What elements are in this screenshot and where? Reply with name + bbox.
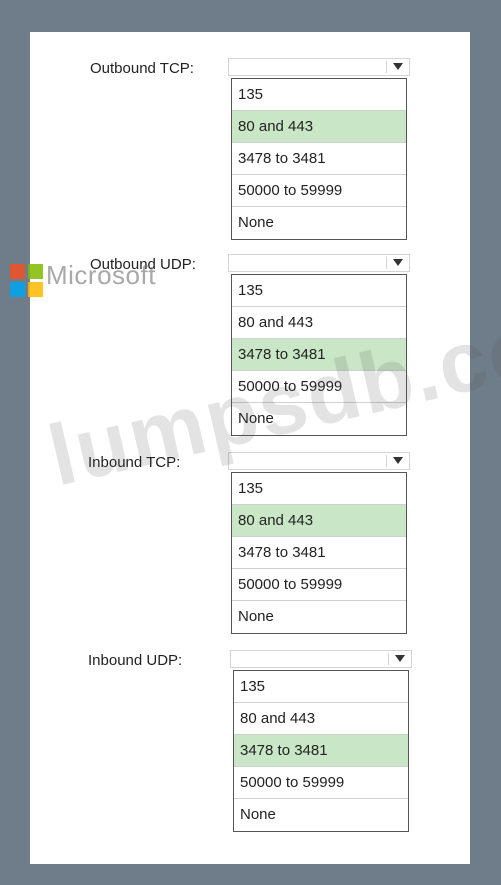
chevron-down-icon[interactable] [393, 259, 403, 266]
option-135[interactable]: 135 [234, 671, 408, 703]
chevron-down-icon[interactable] [393, 457, 403, 464]
chevron-down-icon[interactable] [393, 63, 403, 70]
option-none[interactable]: None [234, 799, 408, 831]
logo-blue-square [10, 282, 25, 297]
option-3478-to-3481[interactable]: 3478 to 3481 [232, 537, 406, 569]
dropdown-divider [386, 455, 387, 467]
logo-yellow-square [28, 282, 43, 297]
inbound-udp-dropdown[interactable] [230, 650, 412, 668]
option-none[interactable]: None [232, 207, 406, 239]
option-80-and-443[interactable]: 80 and 443 [232, 505, 406, 537]
logo-green-square [28, 264, 43, 279]
option-50000-to-59999[interactable]: 50000 to 59999 [232, 175, 406, 207]
option-135[interactable]: 135 [232, 473, 406, 505]
option-3478-to-3481[interactable]: 3478 to 3481 [232, 143, 406, 175]
inbound-udp-options: 135 80 and 443 3478 to 3481 50000 to 599… [233, 670, 409, 832]
outbound-udp-dropdown[interactable] [228, 254, 410, 272]
microsoft-watermark-text: Microsoft [46, 260, 156, 290]
dropdown-divider [386, 61, 387, 73]
option-50000-to-59999[interactable]: 50000 to 59999 [232, 569, 406, 601]
option-80-and-443[interactable]: 80 and 443 [234, 703, 408, 735]
dropdown-divider [388, 653, 389, 665]
logo-red-square [10, 264, 25, 279]
outbound-tcp-label: Outbound TCP: [90, 60, 194, 77]
option-80-and-443[interactable]: 80 and 443 [232, 111, 406, 143]
outbound-tcp-options: 135 80 and 443 3478 to 3481 50000 to 599… [231, 78, 407, 240]
inbound-udp-label: Inbound UDP: [88, 652, 183, 669]
option-135[interactable]: 135 [232, 79, 406, 111]
option-50000-to-59999[interactable]: 50000 to 59999 [234, 767, 408, 799]
option-3478-to-3481[interactable]: 3478 to 3481 [234, 735, 408, 767]
option-135[interactable]: 135 [232, 275, 406, 307]
chevron-down-icon[interactable] [395, 655, 405, 662]
inbound-tcp-options: 135 80 and 443 3478 to 3481 50000 to 599… [231, 472, 407, 634]
outbound-tcp-dropdown[interactable] [228, 58, 410, 76]
dropdown-divider [386, 257, 387, 269]
microsoft-logo-icon [10, 264, 46, 298]
option-none[interactable]: None [232, 601, 406, 633]
